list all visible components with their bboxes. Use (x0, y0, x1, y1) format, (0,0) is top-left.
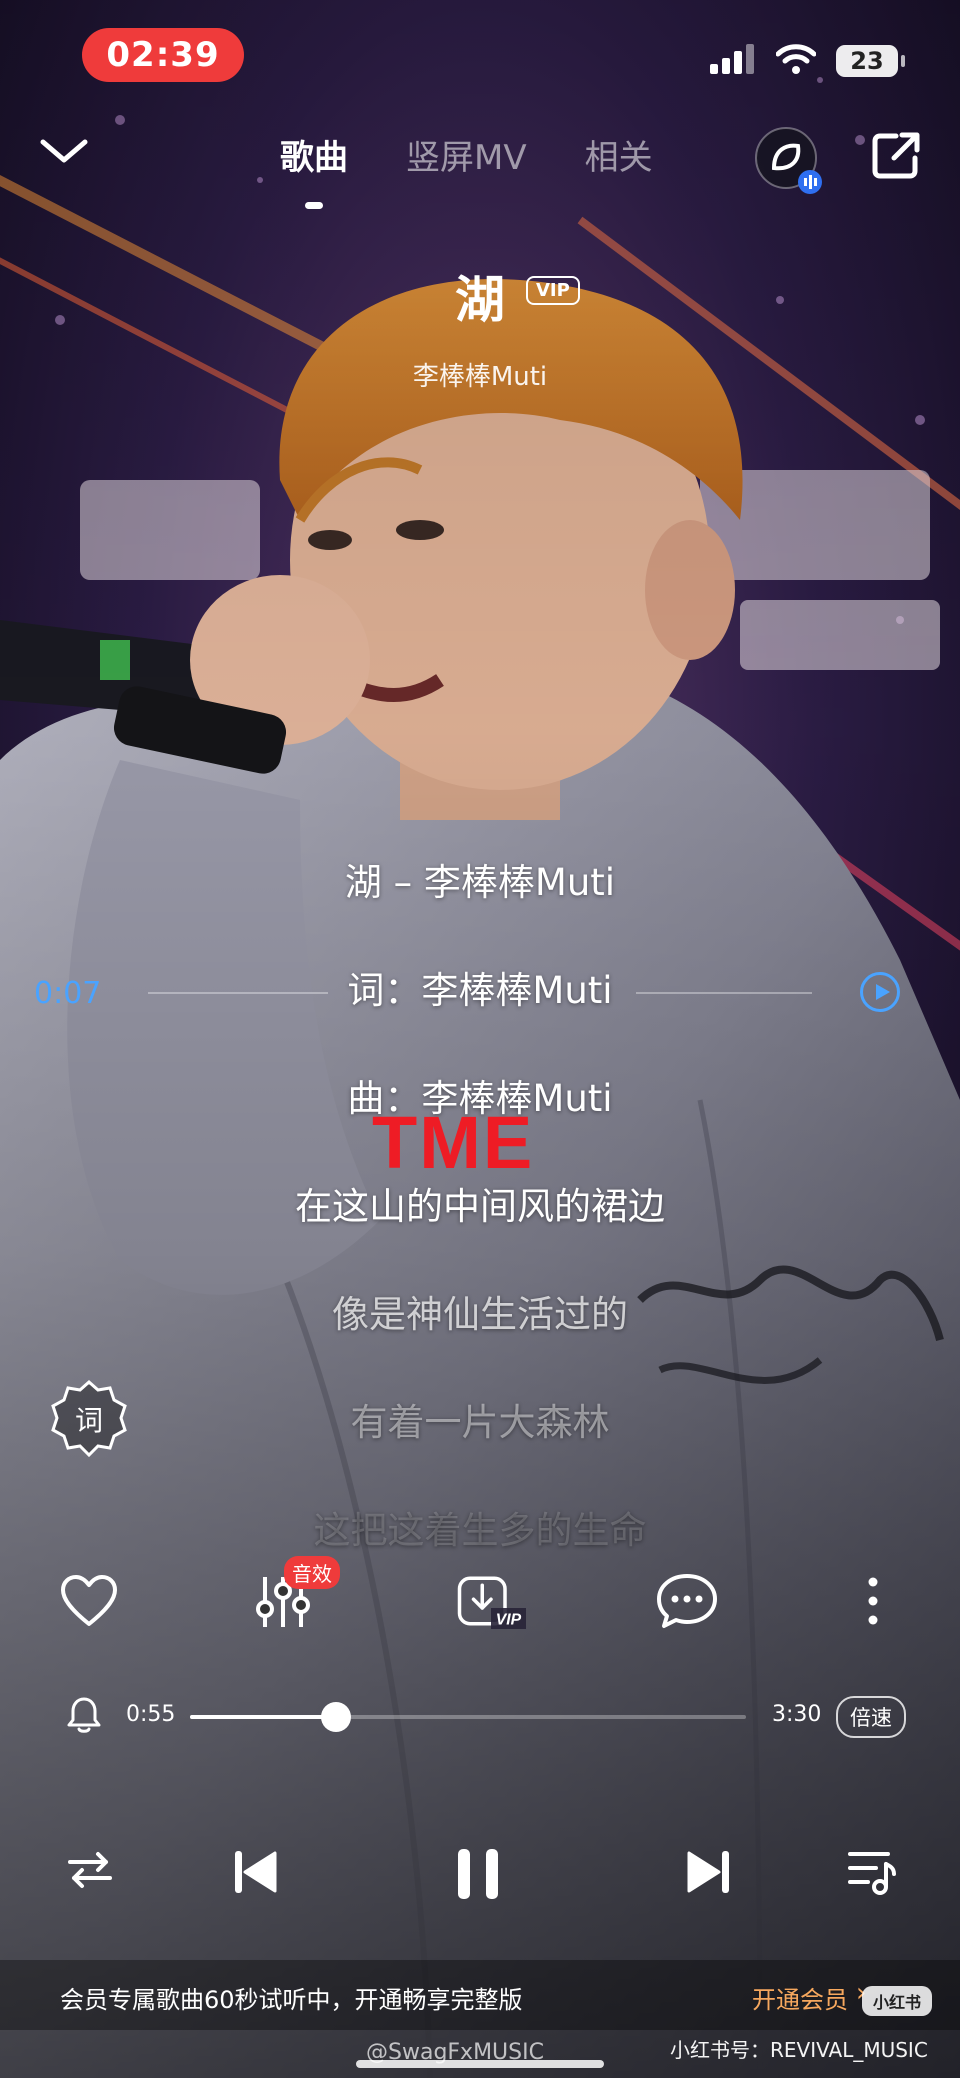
lyric-toggle-button[interactable]: 词 (48, 1378, 130, 1460)
wifi-icon (775, 44, 817, 78)
more-icon[interactable] (838, 1570, 908, 1632)
total-time: 3:30 (772, 1702, 822, 1727)
song-title: 湖 (455, 271, 505, 329)
status-time: 02:39 (82, 28, 244, 82)
vip-badge: VIP (526, 276, 580, 305)
lyric-seek-line (148, 992, 328, 994)
lyric-seek-time: 0:07 (34, 976, 102, 1011)
progress-fill (190, 1715, 336, 1719)
comment-icon[interactable] (652, 1570, 722, 1632)
download-vip-tag: VIP (496, 1612, 522, 1629)
lyric-seek-play-icon[interactable] (860, 972, 900, 1012)
pause-icon[interactable] (446, 1842, 510, 1906)
xiaohongshu-logo: 小红书 (862, 1986, 932, 2016)
share-icon[interactable] (868, 128, 924, 184)
tab-vertical-mv[interactable]: 竖屏MV (406, 130, 527, 179)
sleep-timer-icon[interactable] (66, 1696, 102, 1738)
lyric-line[interactable]: 像是神仙生活过的 (0, 1284, 960, 1338)
progress-track[interactable] (190, 1702, 746, 1732)
xiaohongshu-id-watermark: 小红书号：REVIVAL_MUSIC (670, 2038, 928, 2062)
next-icon[interactable] (680, 1842, 740, 1902)
battery-indicator: 23 (836, 45, 905, 77)
lyric-button-label: 词 (75, 1404, 103, 1437)
open-vip-link[interactable]: 开通会员 (752, 1980, 848, 2015)
tab-song[interactable]: 歌曲 (280, 130, 348, 209)
lyric-seek-line (636, 992, 812, 994)
lyric-line[interactable]: 有着一片大森林 (0, 1392, 960, 1446)
tab-related[interactable]: 相关 (585, 130, 653, 179)
chevron-down-icon[interactable] (34, 126, 94, 176)
shuffle-icon[interactable] (62, 1842, 118, 1898)
vip-trial-text: 会员专属歌曲60秒试听中，开通畅享完整版 (60, 1986, 523, 2014)
nav-tabs: 歌曲 竖屏MV 相关 (280, 130, 653, 209)
effect-badge: 音效 (284, 1556, 340, 1589)
playback-speed-button[interactable]: 倍速 (836, 1696, 906, 1738)
status-icons: 23 (710, 44, 905, 78)
listen-together-icon[interactable] (752, 124, 824, 196)
tme-watermark: TME (372, 1101, 535, 1184)
progress-knob[interactable] (320, 1702, 351, 1732)
lyric-line[interactable]: 这把这着生多的生命 (0, 1500, 960, 1554)
artist-name[interactable]: 李棒棒Muti (0, 356, 960, 393)
download-vip-icon[interactable]: VIP (456, 1570, 526, 1632)
signal-icon (710, 44, 756, 78)
home-indicator (356, 2060, 604, 2068)
current-time: 0:55 (126, 1702, 176, 1727)
previous-icon[interactable] (224, 1842, 284, 1902)
lyric-line[interactable]: 词：李棒棒Muti (0, 960, 960, 1014)
lyric-line[interactable]: 湖 – 李棒棒Muti (0, 852, 960, 906)
lyric-badge-icon: 词 (51, 1379, 127, 1458)
heart-icon[interactable] (54, 1570, 124, 1632)
playlist-icon[interactable] (842, 1842, 902, 1902)
